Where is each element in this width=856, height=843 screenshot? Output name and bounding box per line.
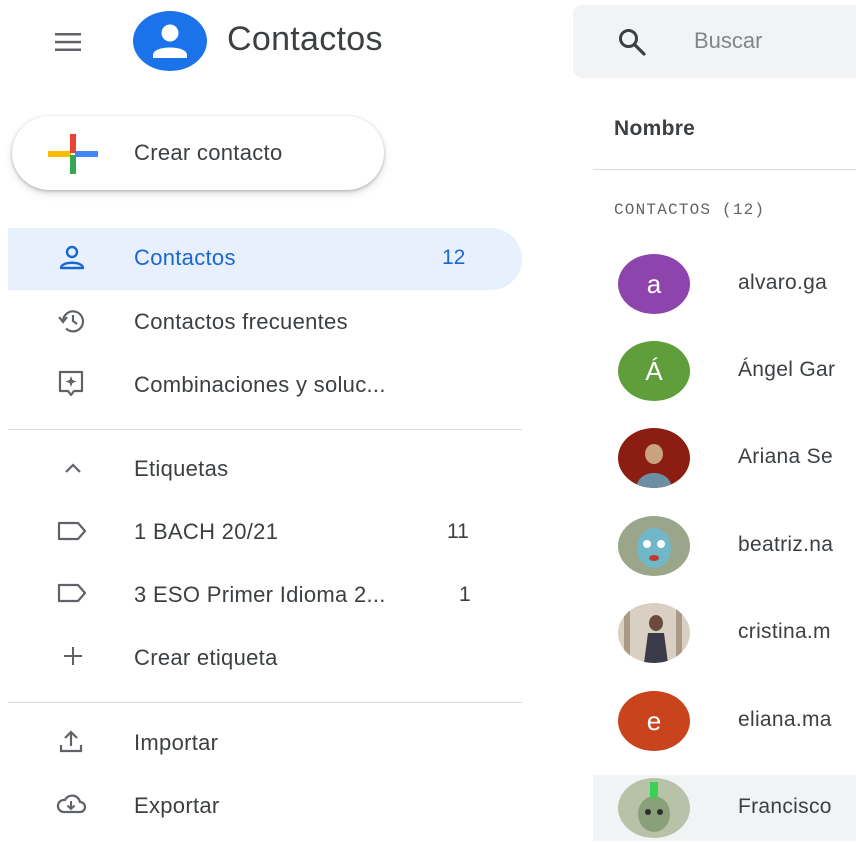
avatar-photo — [618, 428, 690, 488]
chevron-up-icon — [65, 463, 81, 473]
search-icon[interactable] — [616, 26, 648, 58]
sidebar-item-label: Contactos — [134, 245, 236, 270]
hamburger-menu-icon — [55, 33, 81, 51]
labels-header: Etiquetas — [134, 456, 229, 481]
avatar-photo — [618, 778, 690, 838]
sidebar-item-label: Combinaciones y soluc... — [134, 372, 386, 397]
sidebar-divider — [8, 702, 522, 703]
contact-name: alvaro.ga — [738, 271, 828, 294]
label-count: 11 — [447, 520, 469, 543]
sidebar-item-label: Contactos frecuentes — [134, 309, 348, 334]
cloud-download-icon — [56, 794, 87, 814]
label-count: 1 — [459, 583, 471, 606]
upload-icon — [59, 730, 83, 753]
contact-name: cristina.m — [738, 620, 831, 643]
contact-name: Francisco — [738, 795, 832, 818]
sidebar-item-label: Crear etiqueta — [134, 645, 278, 670]
sidebar-divider — [8, 429, 522, 430]
colorful-plus-icon — [48, 134, 98, 174]
merge-fix-icon — [58, 370, 84, 397]
avatar: Á — [618, 341, 690, 401]
avatar-photo — [618, 603, 690, 663]
contacts-logo-icon — [133, 11, 207, 71]
search-input[interactable] — [694, 24, 844, 58]
label-icon — [57, 521, 87, 541]
plus-icon — [64, 647, 82, 665]
avatar-initial: Á — [645, 355, 663, 386]
contact-name: beatriz.na — [738, 533, 834, 556]
section-title: CONTACTOS (12) — [614, 201, 766, 219]
label-icon — [57, 583, 87, 603]
contacts-count: 12 — [442, 246, 466, 269]
create-contact-label: Crear contacto — [134, 140, 283, 165]
sidebar-item-label: Exportar — [134, 793, 220, 818]
avatar-initial: a — [646, 268, 662, 299]
history-icon — [58, 310, 85, 333]
avatar: a — [618, 254, 690, 314]
avatar: e — [618, 691, 690, 751]
main-menu-button[interactable] — [44, 18, 92, 66]
sidebar-item-label: 3 ESO Primer Idioma 2... — [134, 582, 386, 607]
avatar-photo — [618, 516, 690, 576]
sidebar-item-label: 1 BACH 20/21 — [134, 519, 279, 544]
app-title: Contactos — [227, 20, 383, 58]
header-divider — [593, 169, 856, 170]
contact-name: Ángel Gar — [738, 358, 836, 381]
contact-name: eliana.ma — [738, 708, 832, 731]
avatar-initial: e — [646, 705, 662, 736]
person-icon — [59, 245, 85, 270]
sidebar-item-label: Importar — [134, 730, 219, 755]
contact-name: Ariana Se — [738, 445, 833, 468]
column-header-name[interactable]: Nombre — [614, 117, 695, 141]
